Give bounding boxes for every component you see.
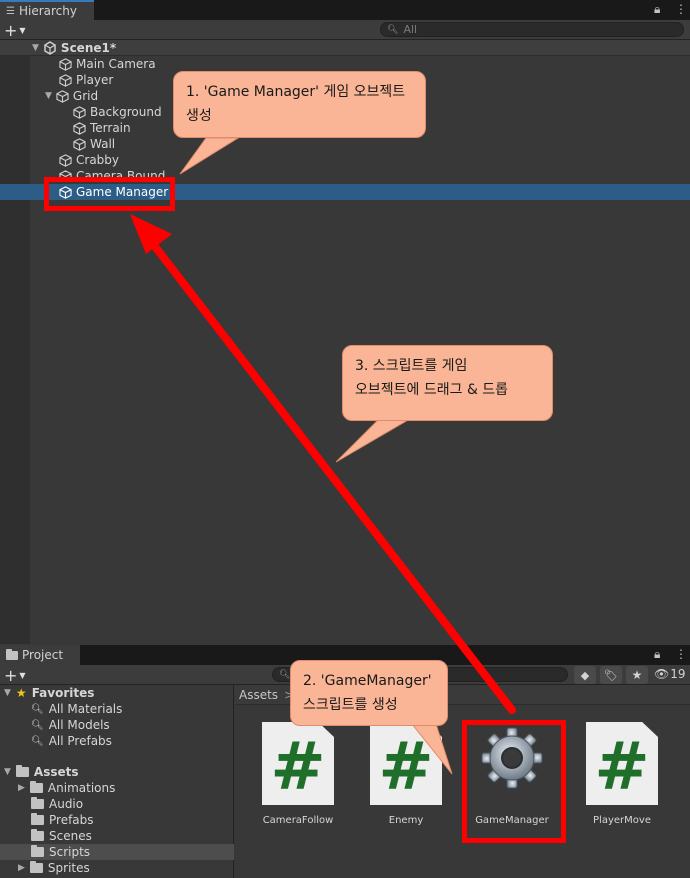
- callout-line: 오브젝트에 드래그 & 드롭: [355, 382, 509, 398]
- callout-step-2: 2. 'GameManager' 스크립트를 생성: [290, 660, 448, 726]
- callout-2-tail: [410, 723, 453, 775]
- drag-arrow-head: [130, 214, 172, 254]
- callout-step-1: 1. 'Game Manager' 게임 오브젝트 생성: [173, 71, 426, 138]
- drag-arrow-line: [146, 236, 516, 714]
- callout-line: 생성: [186, 108, 212, 124]
- callout-1-tail: [179, 137, 240, 175]
- callout-line: 2. 'GameManager': [303, 673, 432, 689]
- callout-step-3: 3. 스크립트를 게임 오브젝트에 드래그 & 드롭: [342, 345, 553, 421]
- callout-3-tail: [335, 419, 410, 463]
- callout-line: 스크립트를 생성: [303, 697, 398, 713]
- callout-line: 1. 'Game Manager' 게임 오브젝트: [186, 84, 406, 100]
- callout-line: 3. 스크립트를 게임: [355, 358, 468, 374]
